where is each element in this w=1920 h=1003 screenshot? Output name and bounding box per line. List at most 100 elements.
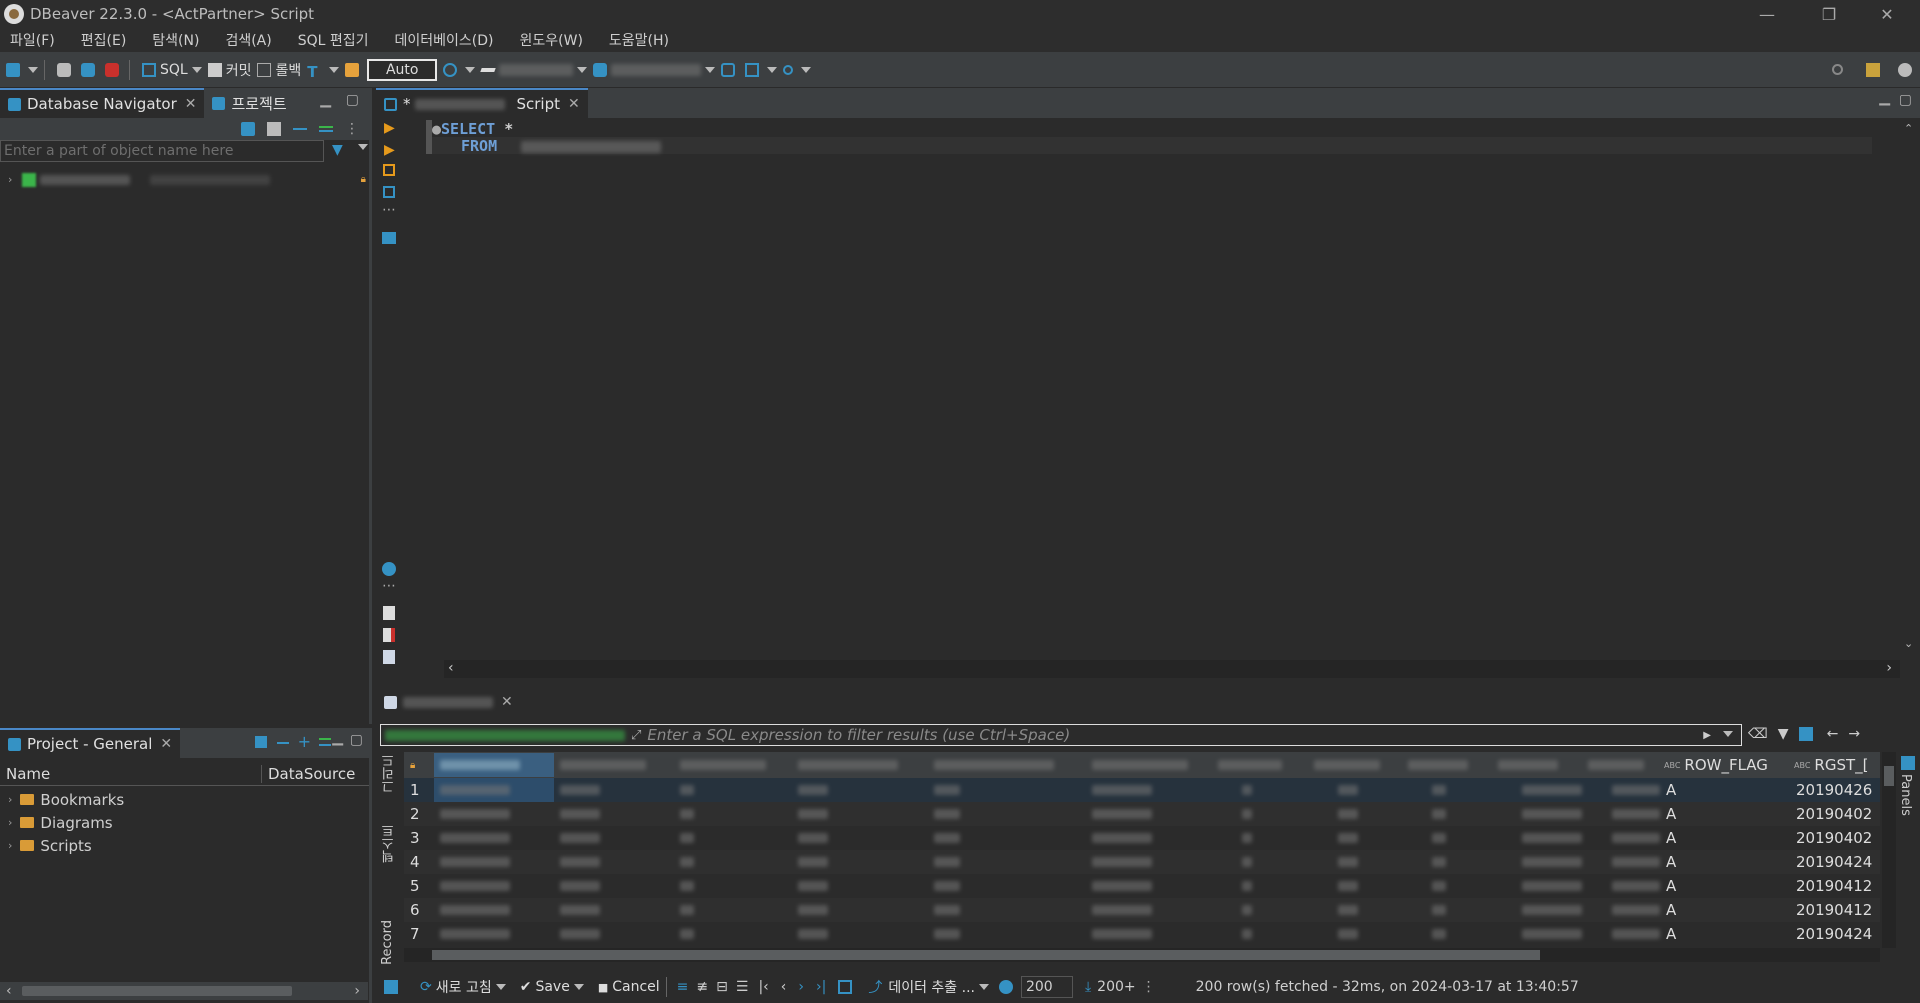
scroll-up-icon[interactable]: ⌃ <box>1904 122 1913 135</box>
tab-project-general[interactable]: Project - General ✕ <box>0 728 181 758</box>
view-menu-icon[interactable]: ⋮ <box>345 121 359 137</box>
table-cell[interactable] <box>792 826 928 850</box>
connect-button[interactable] <box>57 62 75 77</box>
maximize-icon[interactable]: ▢ <box>350 732 363 748</box>
previous-page-icon[interactable]: ‹ <box>781 979 787 995</box>
maximize-button[interactable]: ❐ <box>1806 0 1852 28</box>
close-icon[interactable]: ✕ <box>160 736 172 752</box>
table-cell[interactable] <box>928 826 1086 850</box>
table-cell[interactable] <box>1402 802 1492 826</box>
first-page-icon[interactable]: |‹ <box>758 979 768 995</box>
minimize-icon[interactable]: ▁ <box>332 730 343 746</box>
scroll-right-icon[interactable]: › <box>354 983 360 999</box>
tab-record[interactable]: Record <box>380 920 395 965</box>
fold-icon[interactable]: ● <box>432 120 441 138</box>
column-header[interactable] <box>1492 753 1582 777</box>
connection-tree-item[interactable]: › 🔒︎ <box>0 168 372 191</box>
chevron-down-icon[interactable] <box>1723 731 1733 737</box>
link-editor-icon[interactable] <box>319 738 331 746</box>
column-header[interactable] <box>1582 753 1660 777</box>
table-cell[interactable] <box>1402 898 1492 922</box>
column-header[interactable] <box>1308 753 1402 777</box>
table-cell[interactable] <box>554 898 674 922</box>
table-cell[interactable] <box>1492 778 1582 802</box>
row-number[interactable]: 4 <box>404 853 434 871</box>
table-cell-row-flag[interactable]: A <box>1660 826 1790 850</box>
expand-icon[interactable]: ⤢ <box>631 728 641 743</box>
execute-statement-new-tab-icon[interactable]: ▶ <box>384 142 395 158</box>
save-button[interactable]: ✔ Save <box>520 979 584 995</box>
table-row[interactable]: 1 A 20190426 <box>404 778 1880 802</box>
table-cell[interactable] <box>1492 874 1582 898</box>
table-cell[interactable] <box>1582 922 1660 946</box>
table-cell-rgst[interactable]: 20190402 <box>1790 826 1880 850</box>
table-cell[interactable] <box>674 850 792 874</box>
row-number[interactable]: 1 <box>404 781 434 799</box>
table-cell[interactable] <box>928 850 1086 874</box>
menu-search[interactable]: 검색(A) <box>225 30 271 50</box>
table-cell[interactable] <box>1492 826 1582 850</box>
minimize-button[interactable]: — <box>1744 0 1790 28</box>
commit-button[interactable]: 커밋 <box>207 60 251 80</box>
table-cell[interactable] <box>1086 898 1212 922</box>
table-cell[interactable] <box>674 898 792 922</box>
table-cell-rgst[interactable]: 20190424 <box>1790 850 1880 874</box>
execute-script-icon[interactable] <box>383 164 395 176</box>
editor-horizontal-scrollbar[interactable]: ‹ › <box>444 660 1900 678</box>
back-icon[interactable]: ← <box>1827 726 1839 742</box>
settings-icon[interactable] <box>382 562 396 576</box>
more-icon[interactable]: ⋯ <box>382 202 396 218</box>
table-cell-row-flag[interactable]: A <box>1660 922 1790 946</box>
maximize-icon[interactable]: ▢ <box>1899 92 1912 108</box>
row-number[interactable]: 3 <box>404 829 434 847</box>
scroll-right-icon[interactable]: › <box>1886 660 1892 676</box>
apply-filter-icon[interactable]: ▶ <box>1703 730 1711 741</box>
close-icon[interactable]: ✕ <box>501 694 513 710</box>
table-cell-rgst[interactable]: 20190412 <box>1790 898 1880 922</box>
menu-database[interactable]: 데이터베이스(D) <box>395 30 494 50</box>
panels-toggle[interactable]: Panels <box>1898 774 1913 816</box>
table-cell[interactable] <box>928 874 1086 898</box>
table-cell[interactable] <box>1308 898 1402 922</box>
filter-settings-icon[interactable] <box>1798 727 1813 741</box>
filter-history[interactable] <box>385 729 625 741</box>
table-cell[interactable] <box>674 922 792 946</box>
table-cell[interactable] <box>674 802 792 826</box>
column-name[interactable]: Name <box>0 764 262 783</box>
minimize-icon[interactable]: ▁ <box>320 92 331 108</box>
new-connection-icon[interactable] <box>241 122 255 136</box>
results-grid[interactable]: 🔒︎ ABC ROW_FLAG ABC RGST_[ 1 A 20190426 2 A 201… <box>404 752 1880 962</box>
menu-file[interactable]: 파일(F) <box>10 30 55 50</box>
table-cell[interactable] <box>1086 922 1212 946</box>
table-cell[interactable] <box>554 922 674 946</box>
menu-navigate[interactable]: 탐색(N) <box>152 30 199 50</box>
results-filter-bar[interactable]: ⤢ Enter a SQL expression to filter resul… <box>380 724 1742 746</box>
transaction-mode-button[interactable]: T <box>307 63 340 81</box>
menu-window[interactable]: 윈도우(W) <box>520 30 583 50</box>
table-cell[interactable] <box>1308 850 1402 874</box>
auto-commit-toggle[interactable]: Auto <box>367 58 438 81</box>
copy-row-icon[interactable]: ⊟ <box>716 979 728 995</box>
rollback-button[interactable]: 롤백 <box>257 60 301 80</box>
table-cell[interactable] <box>1582 850 1660 874</box>
scrollbar-thumb[interactable] <box>1884 766 1894 786</box>
table-cell[interactable] <box>1308 922 1402 946</box>
table-cell[interactable] <box>1086 802 1212 826</box>
fetch-all-icon[interactable] <box>838 980 853 994</box>
table-cell[interactable] <box>792 874 928 898</box>
column-header[interactable] <box>1086 753 1212 777</box>
table-cell-rgst[interactable]: 20190402 <box>1790 802 1880 826</box>
tab-text[interactable]: 텍스트 <box>380 824 399 863</box>
column-header[interactable] <box>554 753 674 777</box>
chevron-right-icon[interactable]: › <box>8 816 12 829</box>
active-datasource-selector[interactable] <box>480 63 588 76</box>
panel-toggle-icon[interactable] <box>384 980 398 994</box>
filter-icon[interactable]: ▼ <box>1778 726 1789 742</box>
tab-grid[interactable]: 그리드 <box>380 754 399 793</box>
column-header[interactable] <box>434 753 554 777</box>
table-cell[interactable] <box>928 778 1086 802</box>
table-cell[interactable] <box>434 898 554 922</box>
cancel-button[interactable]: ■ Cancel <box>598 979 660 995</box>
scroll-left-icon[interactable]: ‹ <box>448 660 454 676</box>
tree-item-bookmarks[interactable]: › Bookmarks <box>0 788 369 811</box>
